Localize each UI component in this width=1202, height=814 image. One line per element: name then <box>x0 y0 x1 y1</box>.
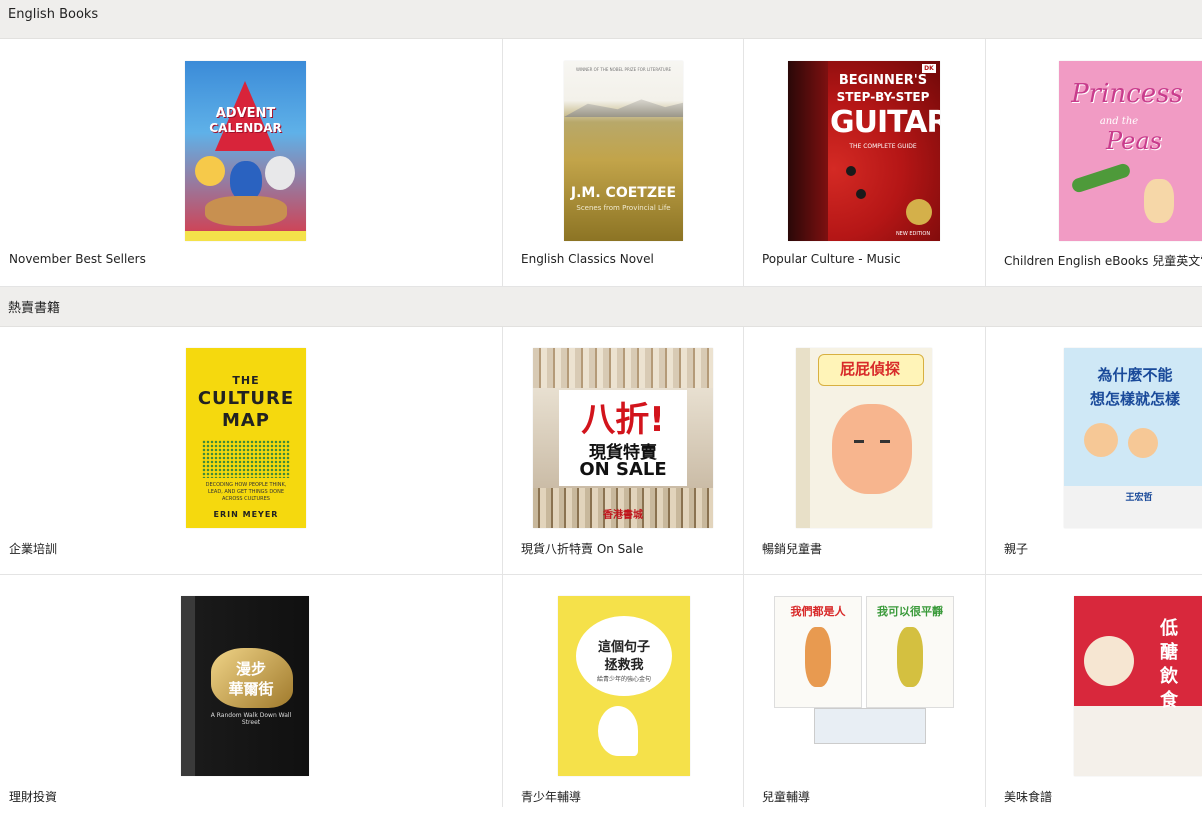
book-cover-youth-sentence[interactable]: 這個句子 拯救我 給青少年的強心金句 <box>558 596 690 776</box>
category-label: 兒童輔導 <box>762 790 811 804</box>
category-tile[interactable]: 低 醣 飲 食 美味食譜 <box>986 575 1202 807</box>
book-cover-wall-street[interactable]: 漫步 華爾街 A Random Walk Down Wall Street <box>181 596 309 776</box>
book-cover-advent-calendar[interactable]: ADVENT CALENDAR <box>185 61 306 241</box>
category-row: ADVENT CALENDAR November Best Sellers WI… <box>0 39 1202 287</box>
cover-title: 華爾街 <box>228 680 274 698</box>
publisher-logo: DK <box>922 64 936 73</box>
category-tile[interactable]: 屁屁偵探 暢銷兒童書 <box>744 327 986 574</box>
cover-title: 飲 <box>1160 666 1178 687</box>
cover-title: CALENDAR <box>209 121 282 135</box>
cover-subtitle: Scenes from Provincial Life <box>576 204 671 212</box>
category-tile[interactable]: THE CULTURE MAP DECODING HOW PEOPLE THIN… <box>0 327 503 574</box>
cover-title: MAP <box>221 410 271 431</box>
category-row: 漫步 華爾街 A Random Walk Down Wall Street 理財… <box>0 575 1202 807</box>
cover-subtitle: WINNER OF THE NOBEL PRIZE FOR LITERATURE <box>575 67 672 72</box>
category-tile[interactable]: ADVENT CALENDAR November Best Sellers <box>0 39 503 286</box>
cover-subtitle: 給青少年的強心金句 <box>596 676 651 683</box>
cover-title: 屁屁偵探 <box>839 360 900 378</box>
book-cover-parenting[interactable]: 為什麼不能 想怎樣就怎樣 王宏哲 <box>1064 348 1202 528</box>
category-label: English Classics Novel <box>521 252 654 266</box>
cover-author: J.M. COETZEE <box>570 185 677 201</box>
cover-title: Princess <box>1071 79 1183 109</box>
book-cover-coetzee[interactable]: WINNER OF THE NOBEL PRIZE FOR LITERATURE… <box>564 61 683 241</box>
cover-badge: NEW EDITION <box>895 231 931 237</box>
cover-subtitle: DECODING HOW PEOPLE THINK, LEAD, AND GET… <box>205 482 287 502</box>
cover-title: 我可以很平靜 <box>877 605 943 618</box>
section-header-english-books: English Books <box>0 0 1202 39</box>
cover-title: 低 <box>1160 618 1178 639</box>
category-tile[interactable]: Princess and the Peas Children English e… <box>986 39 1202 286</box>
category-label: 暢銷兒童書 <box>762 542 823 556</box>
section-header-bestsellers: 熱賣書籍 <box>0 287 1202 327</box>
cover-author: 王宏哲 <box>1125 493 1153 503</box>
book-cover-princess-peas[interactable]: Princess and the Peas <box>1059 61 1202 241</box>
category-tile[interactable]: 為什麼不能 想怎樣就怎樣 王宏哲 親子 <box>986 327 1202 574</box>
cover-title: 漫步 <box>235 660 266 678</box>
category-label: 青少年輔導 <box>521 790 582 804</box>
cover-title: STEP-BY-STEP <box>836 90 930 104</box>
category-label: November Best Sellers <box>9 252 146 266</box>
cover-subtitle: THE COMPLETE GUIDE <box>849 143 917 150</box>
cover-author: ERIN MEYER <box>213 510 279 519</box>
cover-title: THE <box>232 374 260 387</box>
cover-title: 拯救我 <box>604 658 644 673</box>
book-cover-culture-map[interactable]: THE CULTURE MAP DECODING HOW PEOPLE THIN… <box>186 348 306 528</box>
category-row: THE CULTURE MAP DECODING HOW PEOPLE THIN… <box>0 327 1202 575</box>
section-title: 熱賣書籍 <box>8 301 61 316</box>
cover-title: CULTURE <box>197 388 295 409</box>
cover-title: GUITAR <box>830 105 940 140</box>
cover-title: 想怎樣就怎樣 <box>1089 390 1180 408</box>
cover-title: 我們都是人 <box>790 605 846 618</box>
category-label: Children English eBooks 兒童英文電子 <box>1004 254 1202 268</box>
category-tile[interactable]: 漫步 華爾街 A Random Walk Down Wall Street 理財… <box>0 575 503 807</box>
category-tile[interactable]: 這個句子 拯救我 給青少年的強心金句 青少年輔導 <box>503 575 744 807</box>
section-title: English Books <box>8 7 99 22</box>
book-cover-kids-set[interactable]: 我們都是人 我可以很平靜 <box>774 596 956 746</box>
book-cover-butt-detective[interactable]: 屁屁偵探 <box>796 348 932 528</box>
category-label: 企業培訓 <box>9 542 58 556</box>
cover-title: 醣 <box>1160 642 1178 663</box>
category-tile[interactable]: WINNER OF THE NOBEL PRIZE FOR LITERATURE… <box>503 39 744 286</box>
cover-title: and the <box>1099 116 1139 127</box>
category-tile[interactable]: 八折! 現貨特賣 ON SALE 香港書城 現貨八折特賣 On Sale <box>503 327 744 574</box>
cover-title: 食 <box>1160 690 1178 711</box>
store-logo: 香港書城 <box>603 510 643 521</box>
cover-title: ADVENT <box>215 106 276 121</box>
category-label: 親子 <box>1004 542 1029 556</box>
category-label: Popular Culture - Music <box>762 252 901 266</box>
category-label: 現貨八折特賣 On Sale <box>521 542 644 556</box>
book-cover-guitar[interactable]: DK BEGINNER'S STEP-BY-STEP GUITAR THE CO… <box>788 61 940 241</box>
cover-title: BEGINNER'S <box>838 73 928 88</box>
cover-title: 這個句子 <box>597 640 650 655</box>
category-tile[interactable]: DK BEGINNER'S STEP-BY-STEP GUITAR THE CO… <box>744 39 986 286</box>
category-label: 美味食譜 <box>1004 790 1053 804</box>
cover-title: 為什麼不能 <box>1097 366 1173 384</box>
sale-title: 八折! <box>581 400 665 440</box>
sale-subtitle: ON SALE <box>579 459 667 480</box>
book-cover-on-sale[interactable]: 八折! 現貨特賣 ON SALE 香港書城 <box>533 348 713 528</box>
cover-subtitle: A Random Walk Down Wall Street <box>210 712 292 726</box>
category-label: 理財投資 <box>9 790 58 804</box>
category-tile[interactable]: 我們都是人 我可以很平靜 兒童輔導 <box>744 575 986 807</box>
book-cover-low-carb[interactable]: 低 醣 飲 食 <box>1074 596 1202 776</box>
cover-title: Peas <box>1106 127 1162 155</box>
